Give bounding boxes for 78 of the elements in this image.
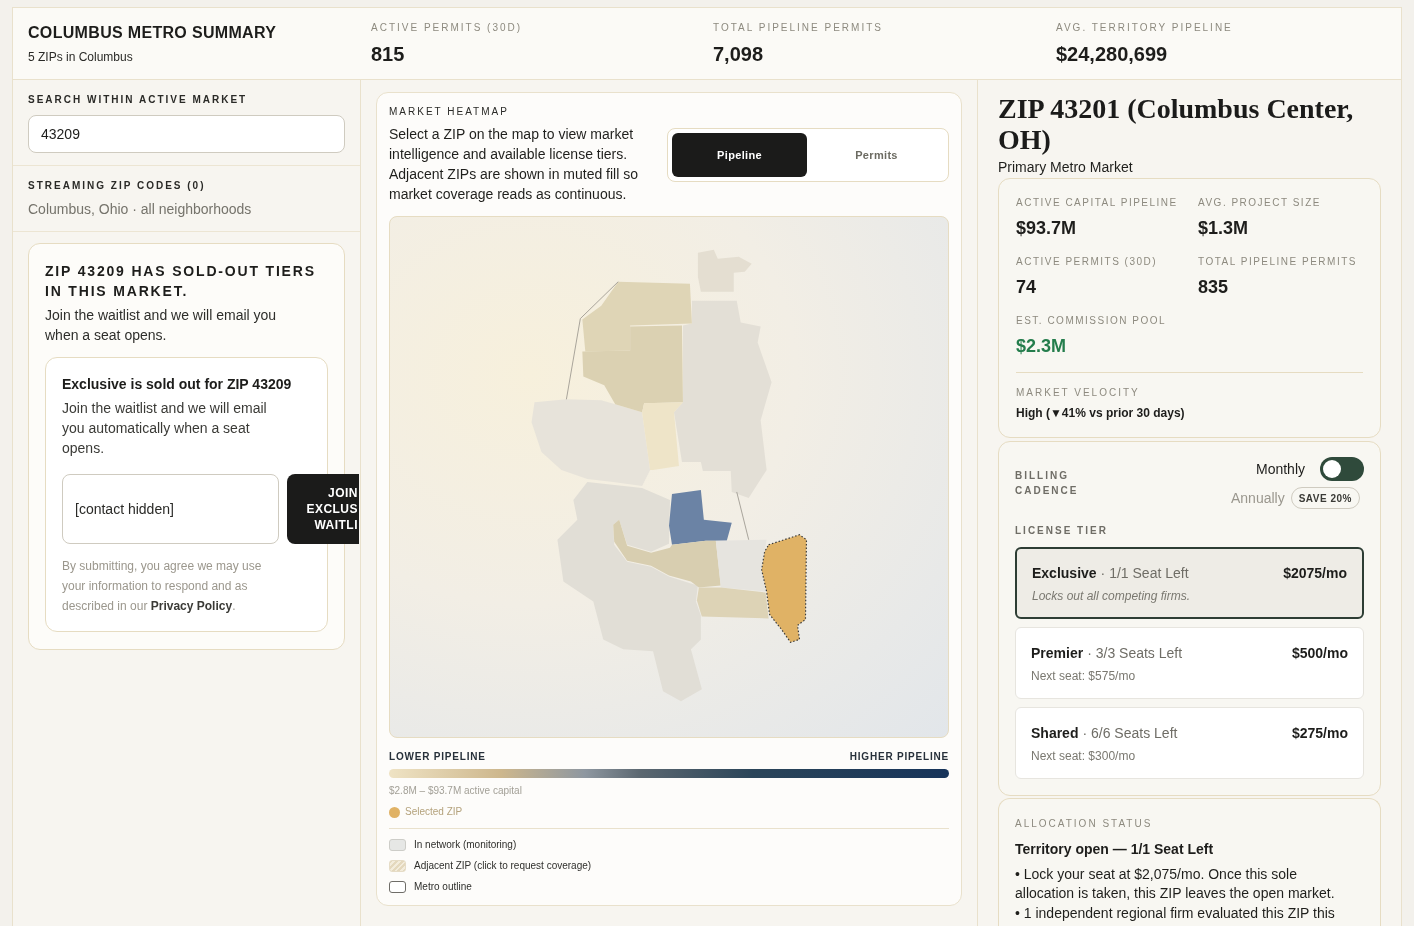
selected-zip-area[interactable] <box>761 534 808 644</box>
filled-swatch-icon <box>389 839 406 851</box>
tier-price: $2075/mo <box>1283 563 1347 583</box>
allocation-label: ALLOCATION STATUS <box>1015 817 1154 831</box>
form-text: Join the waitlist and we will email you automatically when a seat opens. <box>62 399 268 458</box>
form-title: Exclusive is sold out for ZIP 43209 <box>62 375 293 394</box>
tier-name: Shared <box>1031 723 1079 743</box>
velocity-value: High (▼41% vs prior 30 days) <box>1016 405 1186 421</box>
tier-seats: · 6/6 Seats Left <box>1082 722 1178 743</box>
tier-seats: · 1/1 Seat Left <box>1100 562 1189 583</box>
legend-label: In network (monitoring) <box>414 838 517 852</box>
selected-key-label: Selected ZIP <box>405 805 463 819</box>
search-field[interactable]: 43209 <box>28 115 345 153</box>
metric-label: ACTIVE CAPITAL PIPELINE <box>1016 196 1179 210</box>
metro-outline <box>736 491 750 541</box>
tier-seats: · 3/3 Seats Left <box>1087 642 1183 663</box>
metric-value: $2.3M <box>1016 335 1068 358</box>
velocity-label: MARKET VELOCITY <box>1016 386 1141 400</box>
zip-area[interactable] <box>715 539 767 592</box>
search-label: SEARCH WITHIN ACTIVE MARKET <box>28 93 249 107</box>
waitlist-heading: ZIP 43209 HAS SOLD-OUT TIERS IN THIS MARKET. <box>45 262 317 301</box>
zip-area[interactable] <box>613 519 721 588</box>
metric-value: $1.3M <box>1198 217 1250 240</box>
stat-label: AVG. TERRITORY PIPELINE <box>1056 21 1234 35</box>
tier-note: Next seat: $300/mo <box>1031 747 1137 764</box>
outline-swatch-icon <box>389 881 406 893</box>
contact-field[interactable]: [contact hidden] <box>62 474 279 544</box>
streaming-area-text: Columbus, Ohio · all neighborhoods <box>28 200 253 219</box>
billing-option-label[interactable]: Monthly <box>1255 459 1305 479</box>
legend-label: Metro outline <box>414 880 472 894</box>
tier-option[interactable]: Premier · 3/3 Seats Left $500/mo Next seat: $575/mo <box>1015 627 1364 699</box>
stat-value: $24,280,699 <box>1056 42 1169 66</box>
stat-value: 7,098 <box>713 42 765 66</box>
zip-area[interactable] <box>696 587 769 619</box>
summary-title: COLUMBUS METRO SUMMARY <box>28 22 278 43</box>
streaming-label: STREAMING ZIP CODES (0) <box>28 179 207 193</box>
license-label: LICENSE TIER <box>1015 524 1109 538</box>
metric-label: AVG. PROJECT SIZE <box>1198 196 1322 210</box>
heatmap-title: MARKET HEATMAP <box>389 105 510 119</box>
zip-area[interactable] <box>669 489 732 545</box>
metric-value: 835 <box>1198 276 1230 299</box>
tier-note: Next seat: $575/mo <box>1031 667 1137 684</box>
stat-label: ACTIVE PERMITS (30D) <box>371 21 524 35</box>
metric-label: ACTIVE PERMITS (30D) <box>1016 255 1159 269</box>
metric-label: EST. COMMISSION POOL <box>1016 314 1168 328</box>
heatmap-description: Select a ZIP on the map to view market intelligence and available license tiers. Adjacent ZIPs are shown in muted fill so market coverage reads as continuous. <box>389 125 639 204</box>
mode-tab[interactable]: Permits <box>809 133 944 177</box>
scale-high-label: HIGHER PIPELINE <box>849 750 949 764</box>
join-waitlist-button[interactable]: JOIN EXCLUS WAITLI <box>287 474 359 544</box>
allocation-bullet: • 1 independent regional firm evaluated this ZIP this <box>1015 904 1336 923</box>
mode-tab[interactable]: Pipeline <box>672 133 807 177</box>
metric-value: $93.7M <box>1016 217 1078 240</box>
zip-heading: ZIP 43201 (Columbus Center, OH) <box>998 93 1355 155</box>
tier-name: Premier <box>1031 643 1084 663</box>
allocation-bullet: • Lock your seat at $2,075/mo. Once this sole allocation is taken, this ZIP leaves the open market. <box>1015 865 1336 903</box>
tier-name: Exclusive <box>1032 563 1097 583</box>
tier-note: Locks out all competing firms. <box>1032 587 1192 604</box>
tier-price: $500/mo <box>1291 643 1348 663</box>
metric-label: TOTAL PIPELINE PERMITS <box>1198 255 1358 269</box>
range-text: $2.8M – $93.7M active capital <box>389 784 523 798</box>
billing-toggle[interactable] <box>1320 457 1364 481</box>
summary-subtitle: 5 ZIPs in Columbus <box>28 48 134 65</box>
waitlist-text: Join the waitlist and we will email you when a seat opens. <box>45 306 278 345</box>
zip-area[interactable] <box>557 482 702 702</box>
hatched-swatch-icon <box>389 860 406 872</box>
metric-value: 74 <box>1016 276 1038 299</box>
legend-label: Adjacent ZIP (click to request coverage) <box>414 859 592 873</box>
tier-option[interactable]: Shared · 6/6 Seats Left $275/mo Next seat: $300/mo <box>1015 707 1364 779</box>
stat-label: TOTAL PIPELINE PERMITS <box>713 21 884 35</box>
zip-subtitle: Primary Metro Market <box>998 158 1134 177</box>
allocation-title: Territory open — 1/1 Seat Left <box>1015 840 1215 859</box>
tier-option[interactable]: Exclusive · 1/1 Seat Left $2075/mo Locks out all competing firms. <box>1015 547 1364 619</box>
stat-value: 815 <box>371 42 406 66</box>
scale-low-label: LOWER PIPELINE <box>389 750 486 764</box>
tier-price: $275/mo <box>1291 723 1348 743</box>
consent-text: By submitting, you agree we may use your information to respond and as described in our Privacy Policy. <box>62 558 263 615</box>
billing-label: BILLING CADENCE <box>1015 469 1080 498</box>
privacy-policy-link[interactable]: Privacy Policy <box>150 599 233 613</box>
